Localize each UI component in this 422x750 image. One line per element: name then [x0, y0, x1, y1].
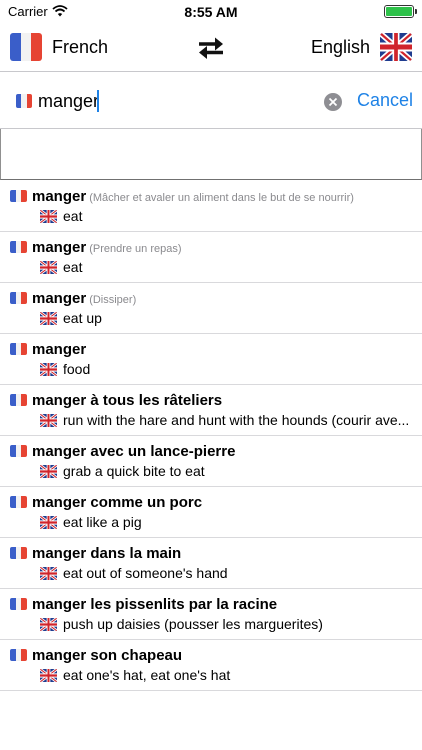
result-term: manger [32, 341, 87, 358]
uk-flag-icon [40, 669, 57, 682]
result-translation: push up daisies (pousser les marguerites… [63, 616, 323, 632]
result-source-line: manger les pissenlits par la racine [10, 596, 415, 614]
result-row[interactable]: manger (Prendre un repas) eat [0, 232, 422, 283]
french-flag-icon [16, 94, 32, 108]
cancel-button[interactable]: Cancel [357, 90, 413, 111]
result-source-line: manger (Prendre un repas) [10, 239, 415, 257]
result-term: manger [32, 239, 87, 256]
result-target-line: grab a quick bite to eat [40, 463, 410, 481]
result-translation: grab a quick bite to eat [63, 463, 205, 479]
result-translation: eat one's hat, eat one's hat [63, 667, 231, 683]
language-bar: French English [0, 24, 422, 72]
result-term: manger à tous les râteliers [32, 392, 223, 409]
french-flag-icon [10, 292, 27, 304]
result-target-line: eat out of someone's hand [40, 565, 410, 583]
result-row[interactable]: manger dans la main eat out of someone's … [0, 538, 422, 589]
results-list: manger (Mâcher et avaler un aliment dans … [0, 181, 422, 691]
result-term: manger les pissenlits par la racine [32, 596, 278, 613]
french-flag-icon [10, 190, 27, 202]
result-term: manger dans la main [32, 545, 182, 562]
result-term: manger avec un lance-pierre [32, 443, 236, 460]
clear-search-icon[interactable] [324, 93, 342, 111]
result-source-line: manger comme un porc [10, 494, 415, 512]
french-flag-icon [10, 496, 27, 508]
target-language-label[interactable]: English [311, 37, 370, 58]
battery-icon [384, 5, 417, 18]
uk-flag-icon [40, 210, 57, 223]
result-target-line: eat like a pig [40, 514, 410, 532]
result-translation: food [63, 361, 91, 377]
result-translation: eat [63, 259, 83, 275]
french-flag-icon [10, 445, 27, 457]
french-flag-icon [10, 343, 27, 355]
uk-flag-icon [40, 312, 57, 325]
result-row[interactable]: manger avec un lance-pierre grab a quick … [0, 436, 422, 487]
uk-flag-icon [40, 414, 57, 427]
uk-flag-icon [40, 363, 57, 376]
result-translation: run with the hare and hunt with the houn… [63, 412, 410, 428]
source-language-label[interactable]: French [52, 37, 108, 58]
uk-flag-icon [40, 567, 57, 580]
result-row[interactable]: manger food [0, 334, 422, 385]
french-flag-icon [10, 241, 27, 253]
search-input[interactable] [38, 89, 308, 113]
result-source-line: manger (Dissiper) [10, 290, 415, 308]
result-target-line: eat [40, 259, 410, 277]
result-translation: eat up [63, 310, 102, 326]
result-row[interactable]: manger (Mâcher et avaler un aliment dans … [0, 181, 422, 232]
uk-flag-icon [40, 618, 57, 631]
uk-flag-icon [40, 516, 57, 529]
status-time: 8:55 AM [184, 4, 238, 20]
result-target-line: eat one's hat, eat one's hat [40, 667, 410, 685]
status-bar: Carrier 8:55 AM [0, 0, 422, 24]
french-flag-icon[interactable] [10, 33, 42, 61]
result-note: (Prendre un repas) [89, 243, 182, 255]
result-note: (Mâcher et avaler un aliment dans le but… [89, 192, 354, 204]
result-source-line: manger dans la main [10, 545, 415, 563]
swap-languages-icon[interactable] [196, 36, 226, 60]
empty-panel [0, 129, 422, 180]
result-source-line: manger (Mâcher et avaler un aliment dans … [10, 188, 415, 206]
result-term: manger [32, 290, 87, 307]
result-source-line: manger son chapeau [10, 647, 415, 665]
result-target-line: food [40, 361, 410, 379]
result-source-line: manger avec un lance-pierre [10, 443, 415, 461]
result-target-line: eat [40, 208, 410, 226]
french-flag-icon [10, 598, 27, 610]
result-note: (Dissiper) [89, 294, 137, 306]
result-row[interactable]: manger son chapeau eat one's hat, eat one… [0, 640, 422, 691]
result-term: manger comme un porc [32, 494, 203, 511]
text-cursor [97, 90, 99, 112]
french-flag-icon [10, 649, 27, 661]
result-target-line: eat up [40, 310, 410, 328]
uk-flag-icon [40, 465, 57, 478]
result-target-line: push up daisies (pousser les marguerites… [40, 616, 410, 634]
french-flag-icon [10, 547, 27, 559]
result-target-line: run with the hare and hunt with the houn… [40, 412, 410, 430]
result-row[interactable]: manger les pissenlits par la racine push … [0, 589, 422, 640]
result-row[interactable]: manger (Dissiper) eat up [0, 283, 422, 334]
french-flag-icon [10, 394, 27, 406]
uk-flag-icon [40, 261, 57, 274]
result-source-line: manger à tous les râteliers [10, 392, 415, 410]
result-source-line: manger [10, 341, 415, 359]
uk-flag-icon[interactable] [380, 33, 412, 61]
search-bar: Cancel [0, 73, 422, 129]
result-translation: eat [63, 208, 83, 224]
result-row[interactable]: manger comme un porc eat like a pig [0, 487, 422, 538]
result-row[interactable]: manger à tous les râteliers run with the … [0, 385, 422, 436]
result-translation: eat out of someone's hand [63, 565, 228, 581]
result-term: manger son chapeau [32, 647, 183, 664]
result-translation: eat like a pig [63, 514, 142, 530]
result-term: manger [32, 188, 87, 205]
